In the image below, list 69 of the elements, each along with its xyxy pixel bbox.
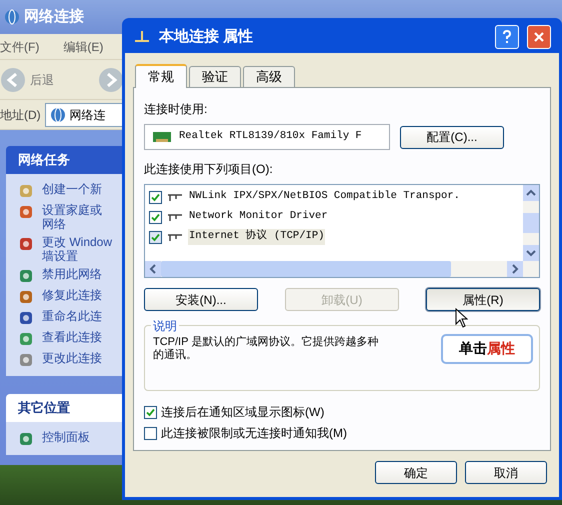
action-button[interactable]: 属性(R) (426, 288, 540, 311)
panel-title: 网络任务 (18, 151, 70, 170)
question-mark-icon (501, 30, 513, 44)
task-link[interactable]: 查看此连接 (42, 330, 102, 344)
task-icon (18, 236, 34, 252)
menu-item[interactable]: 编辑(E) (63, 38, 104, 56)
option-label[interactable]: 此连接被限制或无连接时通知我(M) (161, 424, 347, 442)
task-link[interactable]: 禁用此网络 (42, 267, 102, 281)
option-label[interactable]: 连接后在通知区域显示图标(W) (161, 403, 324, 421)
task-link[interactable]: 控制面板 (42, 430, 90, 444)
horizontal-scrollbar[interactable] (145, 261, 539, 277)
checkbox[interactable] (149, 210, 162, 224)
task-icon (18, 289, 34, 305)
scroll-down-icon[interactable] (523, 245, 539, 261)
adapter-field: Realtek RTL8139/810x Family F (144, 124, 390, 150)
task-icon (18, 431, 34, 447)
list-item[interactable]: Network Monitor Driver (188, 209, 329, 225)
address-label: 地址(D) (0, 106, 41, 124)
panel-title: 其它位置 (18, 399, 70, 418)
group-title: 说明 (151, 317, 179, 335)
task-link[interactable]: 设置家庭或 网络 (42, 203, 102, 231)
scroll-right-icon[interactable] (507, 261, 523, 277)
callout-text: 单击属性 (459, 340, 515, 358)
dialog-title: 本地连接 属性 (159, 26, 254, 47)
tab[interactable]: 高级 (243, 66, 295, 87)
connection-icon (133, 30, 151, 44)
network-icon (4, 9, 20, 25)
tab[interactable]: 验证 (189, 66, 241, 87)
protocol-icon (167, 232, 183, 242)
task-link[interactable]: 重命名此连 (42, 309, 102, 323)
task-icon (18, 352, 34, 368)
configure-button[interactable]: 配置(C)... (400, 126, 504, 148)
scroll-up-icon[interactable] (523, 185, 539, 201)
scroll-left-icon[interactable] (145, 261, 161, 277)
window-title: 网络连接 (24, 6, 84, 27)
protocol-icon (167, 212, 183, 222)
task-icon (18, 183, 34, 199)
task-icon (18, 268, 34, 284)
help-button[interactable] (495, 25, 519, 49)
checkbox[interactable] (149, 190, 162, 204)
cursor-icon (455, 308, 468, 328)
close-button[interactable] (527, 25, 551, 49)
connect-using-label: 连接时使用: (144, 101, 208, 118)
task-icon (18, 310, 34, 326)
task-link[interactable]: 更改 Window 墙设置 (42, 235, 112, 263)
menu-item[interactable]: 文件(F) (0, 38, 40, 56)
network-icon (50, 106, 66, 122)
back-button-label[interactable]: 后退 (30, 70, 54, 88)
list-item[interactable]: NWLink IPX/SPX/NetBIOS Compatible Transpor. (188, 189, 461, 205)
tab[interactable]: 常规 (135, 64, 187, 88)
task-link[interactable]: 修复此连接 (42, 288, 102, 302)
list-item[interactable]: Internet 协议 (TCP/IP) (188, 229, 326, 245)
description-text: TCP/IP 是默认的广域网协议。它提供跨越多种 (153, 336, 378, 348)
task-icon (18, 331, 34, 347)
vertical-scrollbar[interactable] (523, 185, 539, 261)
task-link[interactable]: 更改此连接 (42, 351, 102, 365)
components-label: 此连接使用下列项目(O): (144, 161, 274, 178)
network-card-icon (153, 132, 171, 142)
action-button[interactable]: 安装(N)... (144, 288, 258, 311)
close-icon (533, 31, 545, 43)
checkbox[interactable] (144, 406, 157, 418)
task-icon (18, 204, 34, 220)
protocol-icon (167, 192, 183, 202)
checkbox[interactable] (144, 426, 157, 440)
dialog-button[interactable]: 取消 (465, 461, 547, 484)
description-text: 的通讯。 (153, 349, 197, 362)
task-link[interactable]: 创建一个新 (42, 182, 102, 196)
dialog-button[interactable]: 确定 (375, 461, 457, 484)
checkbox[interactable] (149, 230, 162, 244)
